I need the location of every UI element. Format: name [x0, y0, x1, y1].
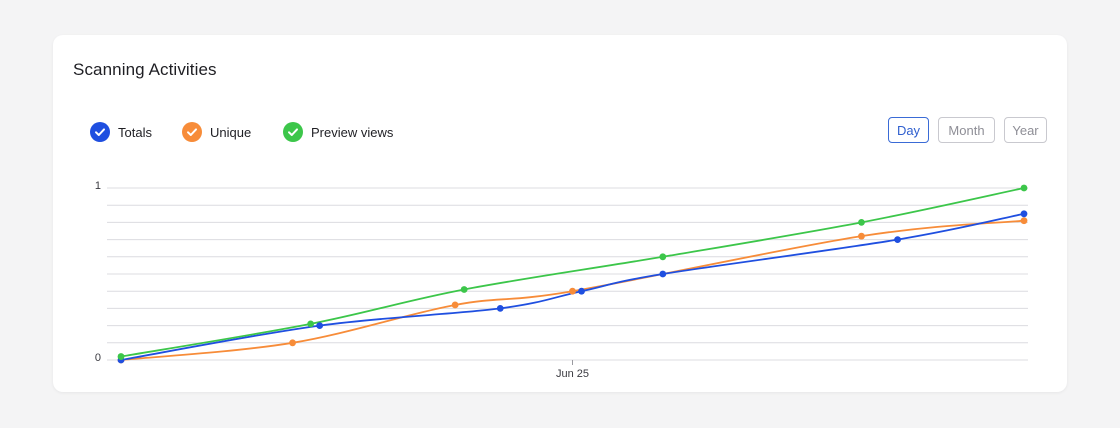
data-point-totals — [578, 287, 585, 295]
data-point-preview-views — [1020, 184, 1028, 192]
series-line-preview-views — [120, 187, 1025, 358]
data-point-unique — [289, 339, 296, 347]
data-point-totals — [894, 236, 901, 244]
data-point-totals — [496, 305, 504, 312]
data-point-unique — [451, 301, 459, 309]
data-point-preview-views — [460, 286, 468, 293]
data-point-unique — [858, 232, 865, 240]
series-line-totals — [120, 212, 1025, 361]
line-chart: 1 0 Jun 25 — [95, 180, 1028, 380]
data-point-unique — [569, 287, 576, 295]
data-point-unique — [1020, 217, 1028, 225]
y-tick-label: 0 — [95, 352, 101, 364]
y-tick-label: 1 — [95, 180, 101, 192]
data-point-preview-views — [307, 320, 315, 328]
data-point-totals — [316, 322, 324, 329]
data-point-preview-views — [117, 353, 125, 360]
x-tick-label: Jun 25 — [556, 368, 589, 380]
data-point-preview-views — [858, 219, 865, 226]
data-point-preview-views — [659, 253, 667, 261]
data-point-totals — [659, 270, 667, 278]
data-point-totals — [1020, 210, 1028, 218]
